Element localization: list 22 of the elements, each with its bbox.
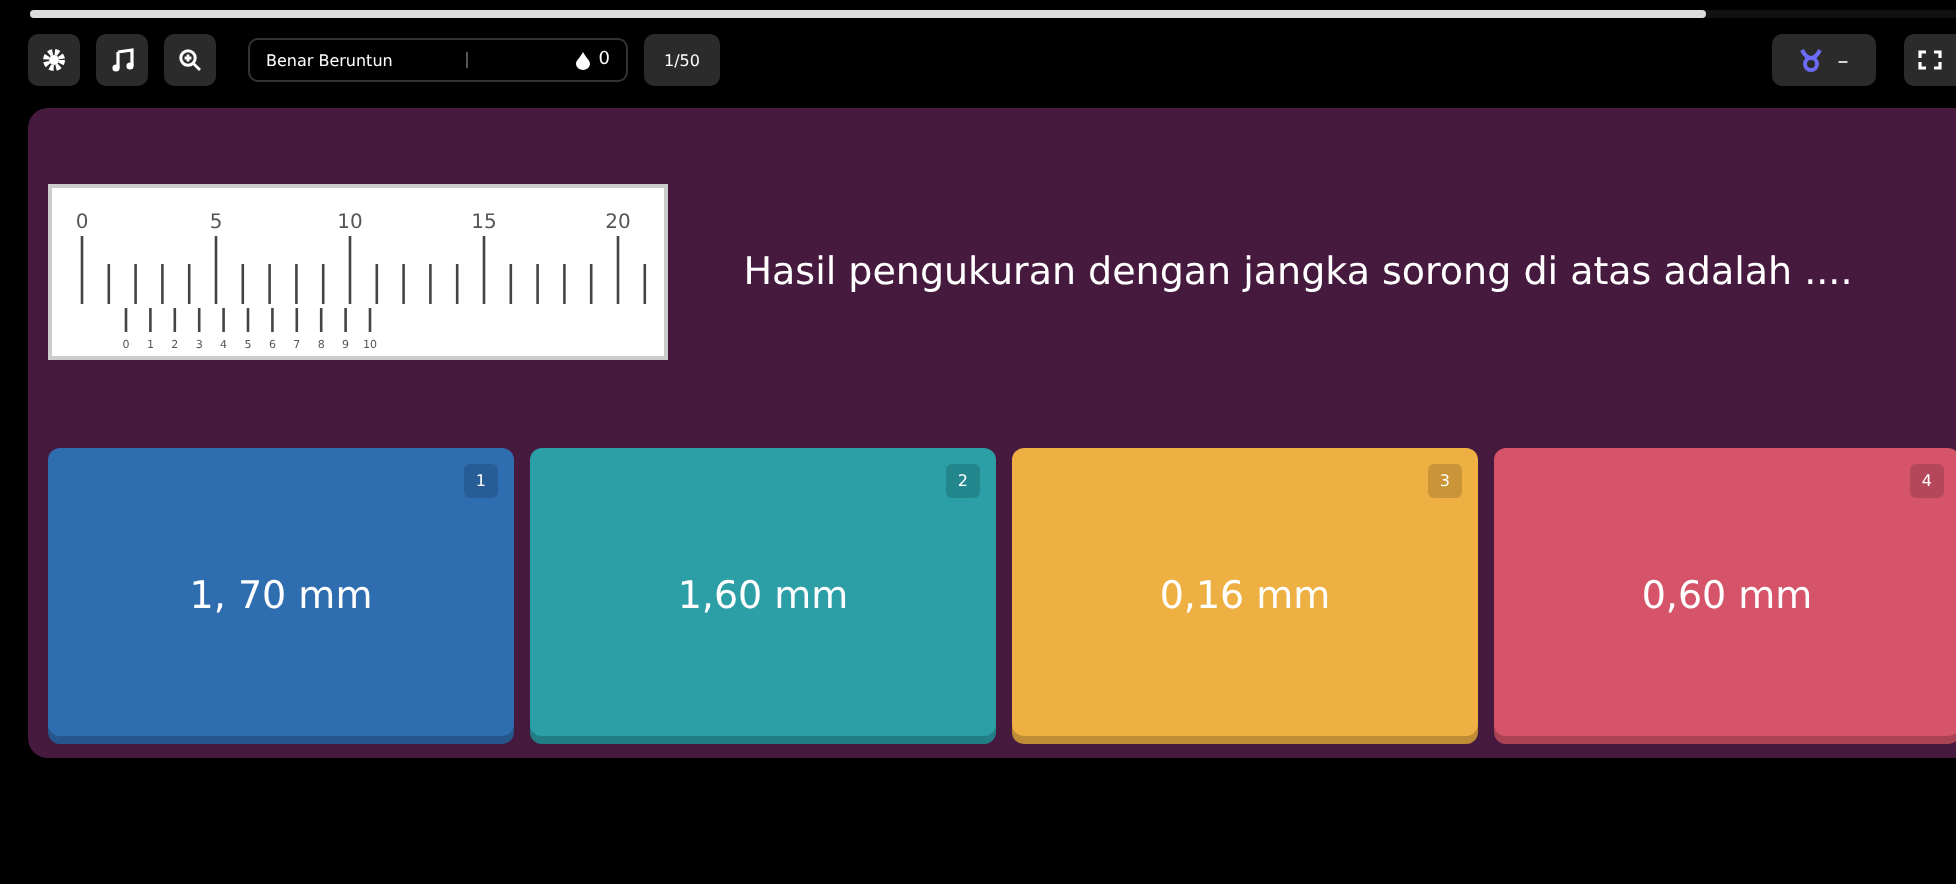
answer-option[interactable]: 1 1, 70 mm bbox=[48, 448, 514, 744]
fullscreen-icon[interactable] bbox=[1904, 34, 1956, 86]
answer-text: 1, 70 mm bbox=[189, 574, 373, 618]
answer-option[interactable]: 4 0,60 mm bbox=[1494, 448, 1956, 744]
answer-text: 1,60 mm bbox=[677, 574, 849, 618]
answer-option[interactable]: 2 1,60 mm bbox=[530, 448, 996, 744]
zoom-icon[interactable] bbox=[164, 34, 216, 86]
streak-label: Benar Beruntun bbox=[266, 51, 395, 69]
option-number: 3 bbox=[1427, 464, 1462, 498]
answer-option[interactable]: 3 0,16 mm bbox=[1012, 448, 1478, 744]
answer-text: 0,60 mm bbox=[1641, 574, 1813, 618]
option-number: 4 bbox=[1909, 464, 1944, 498]
power-up-icon bbox=[1799, 48, 1822, 72]
question-counter: 1/50 bbox=[644, 34, 720, 86]
streak-count: 0 bbox=[598, 50, 610, 70]
power-up-button[interactable]: – bbox=[1772, 34, 1876, 86]
question-text: Hasil pengukuran dengan jangka sorong di atas adalah .... bbox=[741, 248, 1855, 298]
option-number: 1 bbox=[463, 464, 498, 498]
music-icon[interactable] bbox=[96, 34, 148, 86]
answer-text: 0,16 mm bbox=[1159, 574, 1331, 618]
settings-icon[interactable] bbox=[28, 34, 80, 86]
option-number: 2 bbox=[945, 464, 980, 498]
